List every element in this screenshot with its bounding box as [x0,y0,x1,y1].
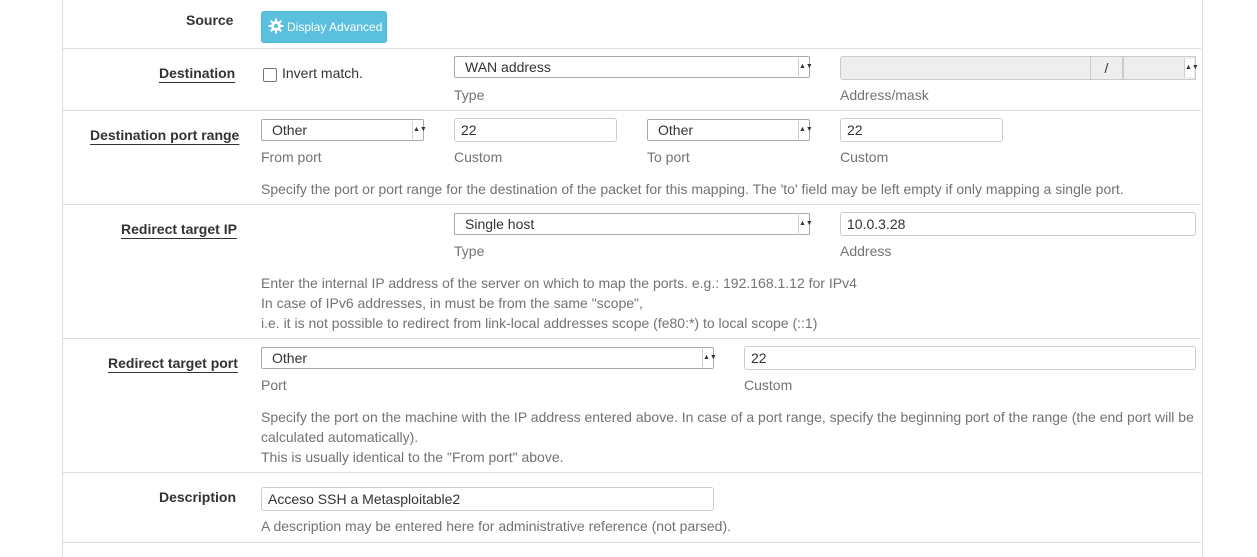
to-port-hint: To port [647,149,690,165]
redirect-ip-help-3: i.e. it is not possible to redirect from… [261,315,818,331]
redirect-port-custom-hint: Custom [744,377,793,393]
from-port-custom-hint: Custom [454,149,503,165]
redirect-port-select[interactable]: Other ▲▼ [261,347,717,369]
redirect-ip-type-hint: Type [454,243,485,259]
description-input[interactable]: Acceso SSH a Metasploitable2 [261,487,714,511]
redirect-port-value: Other [272,350,308,366]
to-port-select[interactable]: Other ▲▼ [647,119,813,141]
destination-type-hint: Type [454,87,485,103]
chevron-down-icon: ▲▼ [798,58,813,76]
destination-type-select[interactable]: WAN address ▲▼ [454,56,813,78]
chevron-down-icon: ▲▼ [412,121,427,139]
to-port-value: Other [658,122,694,138]
source-label: Source [186,12,234,28]
redirect-ip-type-value: Single host [465,216,535,232]
display-advanced-button[interactable]: Display Advanced [261,11,387,43]
destination-address-hint: Address/mask [840,87,929,103]
dest-port-range-label: Destination port range [90,127,240,143]
redirect-port-help-2: This is usually identical to the "From p… [261,449,564,465]
description-help: A description may be entered here for ad… [261,518,732,534]
redirect-ip-address-hint: Address [840,243,892,259]
redirect-port-label: Redirect target port [108,355,238,371]
dest-port-range-help: Specify the port or port range for the d… [261,181,1124,197]
to-port-custom-hint: Custom [840,149,889,165]
redirect-ip-help-2: In case of IPv6 addresses, in must be fr… [261,295,643,311]
destination-address-input[interactable] [840,56,1091,80]
destination-label: Destination [159,65,236,81]
chevron-down-icon: ▲▼ [798,121,813,139]
from-port-value: Other [272,122,308,138]
destination-mask-select[interactable]: ▲▼ [1123,56,1199,80]
destination-type-value: WAN address [465,59,551,75]
invert-match-label: Invert match. [282,65,363,81]
chevron-down-icon: ▲▼ [702,349,717,367]
gear-icon [268,18,284,34]
from-port-hint: From port [261,149,322,165]
invert-match-checkbox[interactable] [263,68,277,82]
redirect-ip-address-input[interactable]: 10.0.3.28 [840,212,1196,236]
display-advanced-label: Display Advanced [287,20,383,34]
redirect-port-hint: Port [261,377,287,393]
description-label: Description [159,489,237,505]
redirect-port-help-1: Specify the port on the machine with the… [261,409,1194,445]
chevron-down-icon: ▲▼ [1184,59,1199,77]
from-port-custom-input[interactable]: 22 [454,118,617,142]
redirect-ip-type-select[interactable]: Single host ▲▼ [454,213,813,235]
to-port-custom-input[interactable]: 22 [840,118,1003,142]
redirect-port-custom-input[interactable]: 22 [744,346,1196,370]
chevron-down-icon: ▲▼ [798,215,813,233]
from-port-select[interactable]: Other ▲▼ [261,119,427,141]
redirect-ip-help-1: Enter the internal IP address of the ser… [261,275,857,291]
redirect-ip-label: Redirect target IP [121,221,237,237]
address-slash: / [1091,56,1123,80]
